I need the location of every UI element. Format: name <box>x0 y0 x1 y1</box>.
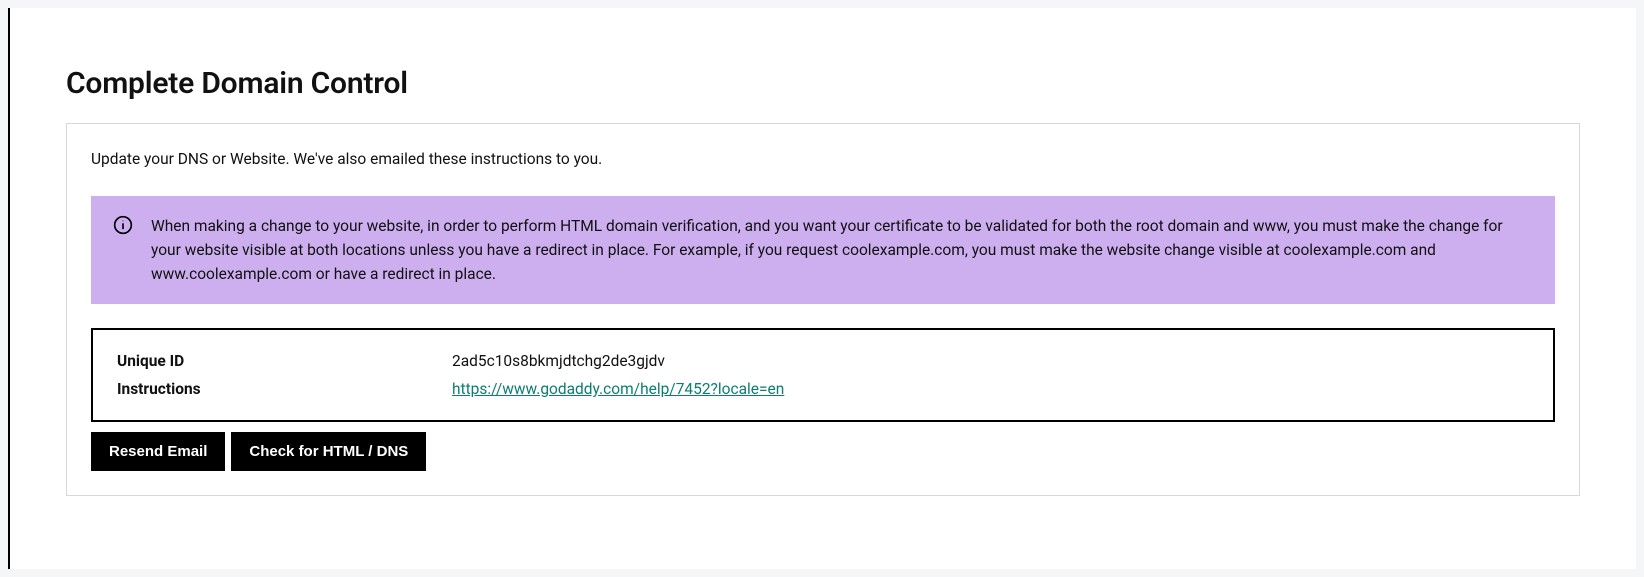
unique-id-label: Unique ID <box>117 352 452 370</box>
instructions-row: Instructions https://www.godaddy.com/hel… <box>117 380 1529 398</box>
page-title: Complete Domain Control <box>66 66 1580 101</box>
domain-control-panel: Update your DNS or Website. We've also e… <box>66 123 1580 496</box>
resend-email-button[interactable]: Resend Email <box>91 432 225 471</box>
info-notice-text: When making a change to your website, in… <box>151 214 1533 286</box>
button-row: Resend Email Check for HTML / DNS <box>91 432 1555 471</box>
unique-id-value: 2ad5c10s8bkmjdtchg2de3gjdv <box>452 352 665 370</box>
instructions-label: Instructions <box>117 380 452 398</box>
info-notice: When making a change to your website, in… <box>91 196 1555 304</box>
check-html-dns-button[interactable]: Check for HTML / DNS <box>231 432 426 471</box>
info-icon <box>113 215 133 286</box>
panel-subtext: Update your DNS or Website. We've also e… <box>91 150 1555 168</box>
details-box: Unique ID 2ad5c10s8bkmjdtchg2de3gjdv Ins… <box>91 328 1555 422</box>
content-card: Complete Domain Control Update your DNS … <box>8 8 1636 569</box>
instructions-link[interactable]: https://www.godaddy.com/help/7452?locale… <box>452 380 784 398</box>
unique-id-row: Unique ID 2ad5c10s8bkmjdtchg2de3gjdv <box>117 352 1529 370</box>
instructions-value: https://www.godaddy.com/help/7452?locale… <box>452 380 784 398</box>
